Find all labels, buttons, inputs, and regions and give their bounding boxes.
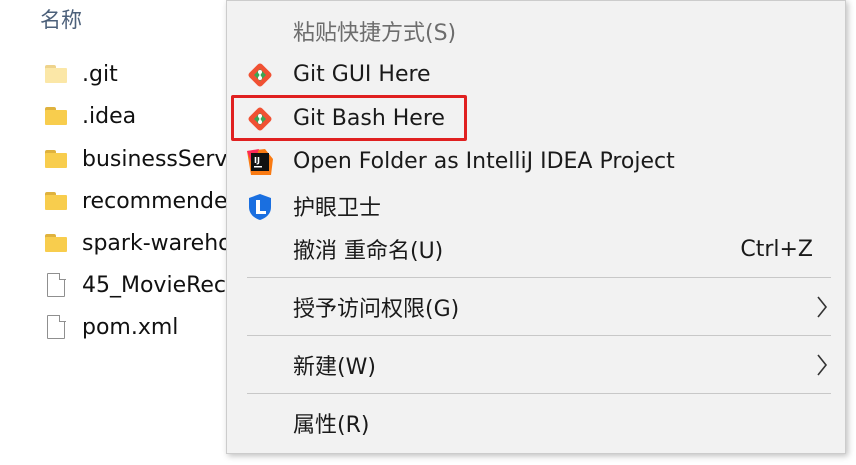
file-name: 45_MovieRec — [82, 272, 227, 298]
folder-icon — [44, 104, 68, 128]
menu-item-undo-rename[interactable]: 撤消 重命名(U) Ctrl+Z — [227, 229, 845, 269]
file-item-recommender[interactable]: recommende — [44, 185, 228, 217]
file-name: .idea — [82, 103, 137, 129]
file-item-spark-warehouse[interactable]: spark-wareho — [44, 227, 232, 259]
menu-item-label: 授予访问权限(G) — [293, 297, 460, 322]
folder-icon — [44, 231, 68, 255]
menu-item-label: Git GUI Here — [293, 61, 431, 87]
menu-item-label: 粘贴快捷方式(S) — [293, 21, 457, 46]
menu-item-label: 属性(R) — [293, 413, 370, 438]
file-name: .git — [82, 61, 118, 87]
file-item-movierec[interactable]: 45_MovieRec — [44, 269, 226, 301]
file-name: spark-wareho — [82, 230, 232, 256]
chevron-right-icon — [817, 296, 828, 318]
menu-item-label: 新建(W) — [293, 355, 376, 380]
file-icon — [44, 272, 68, 297]
menu-item-git-gui[interactable]: Git GUI Here — [227, 54, 845, 94]
menu-item-grant-access[interactable]: 授予访问权限(G) — [227, 287, 845, 327]
shortcut-label: Ctrl+Z — [740, 236, 813, 262]
menu-separator — [247, 393, 831, 394]
folder-icon — [44, 147, 68, 171]
file-icon — [44, 314, 68, 339]
file-explorer: 名称 .git .idea businessServ recommende sp… — [0, 0, 240, 465]
context-menu: 粘贴快捷方式(S) Git GUI Here Git Bash Here IJ … — [226, 0, 846, 454]
file-item-pom[interactable]: pom.xml — [44, 311, 178, 343]
menu-separator — [247, 335, 831, 336]
file-item-git[interactable]: .git — [44, 58, 118, 90]
menu-item-label: 撤消 重命名(U) — [293, 239, 444, 264]
file-item-idea[interactable]: .idea — [44, 100, 136, 132]
menu-separator — [247, 277, 831, 278]
svg-text:IJ: IJ — [254, 156, 260, 165]
file-name: businessServ — [82, 146, 228, 172]
menu-item-label: Open Folder as IntelliJ IDEA Project — [293, 148, 675, 174]
highlight-annotation — [231, 95, 467, 141]
chevron-right-icon — [817, 354, 828, 376]
name-column-header[interactable]: 名称 — [40, 4, 82, 34]
menu-item-label: 护眼卫士 — [293, 196, 382, 221]
menu-item-paste-shortcut[interactable]: 粘贴快捷方式(S) — [227, 11, 845, 51]
folder-icon — [44, 189, 68, 213]
git-icon — [248, 63, 272, 87]
menu-item-eye-guard[interactable]: 护眼卫士 — [227, 186, 845, 226]
menu-item-new[interactable]: 新建(W) — [227, 345, 845, 385]
intellij-icon: IJ — [247, 149, 273, 175]
shield-icon — [249, 194, 271, 220]
file-name: pom.xml — [82, 314, 179, 340]
file-item-businessserv[interactable]: businessServ — [44, 143, 227, 175]
file-name: recommende — [82, 188, 228, 214]
menu-item-properties[interactable]: 属性(R) — [227, 403, 845, 443]
folder-icon — [44, 62, 68, 86]
menu-item-intellij[interactable]: IJ Open Folder as IntelliJ IDEA Project — [227, 141, 845, 181]
